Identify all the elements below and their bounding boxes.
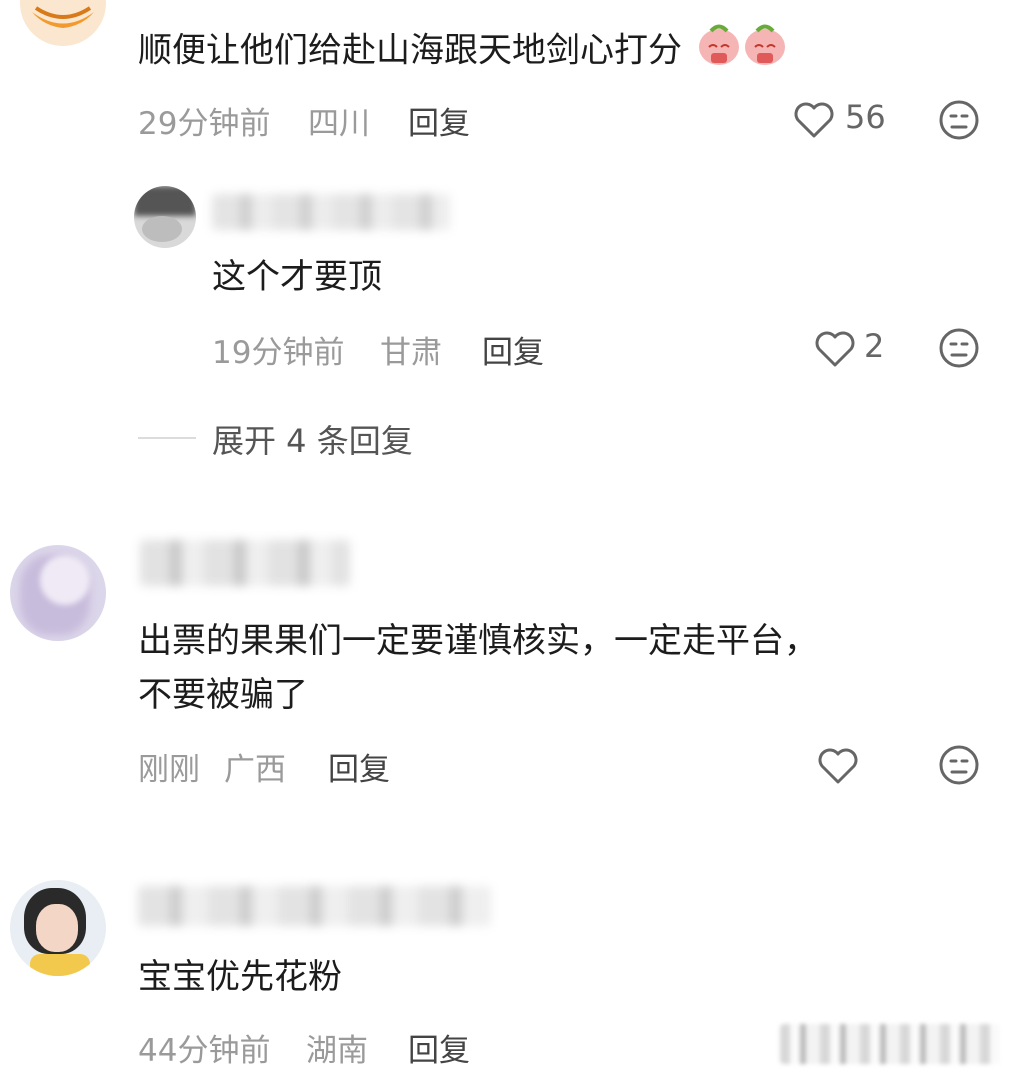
heart-outline-icon[interactable] bbox=[813, 329, 857, 369]
avatar-commenter-1[interactable] bbox=[20, 0, 106, 46]
reply-text: 这个才要顶 bbox=[212, 257, 382, 297]
meh-face-icon[interactable] bbox=[938, 744, 980, 786]
reply-button[interactable]: 回复 bbox=[408, 98, 470, 143]
comment-text-line-1: 出票的果果们一定要谨慎核实，一定走平台， bbox=[138, 621, 818, 661]
comment-location: 四川 bbox=[308, 106, 370, 142]
blurred-username bbox=[138, 886, 490, 926]
like-count: 2 bbox=[864, 327, 885, 365]
reply-button[interactable]: 回复 bbox=[328, 744, 390, 789]
comment-location: 广西 bbox=[224, 752, 286, 788]
reply-button[interactable]: 回复 bbox=[408, 1025, 470, 1070]
heart-outline-icon[interactable] bbox=[816, 746, 860, 786]
avatar-replier[interactable] bbox=[134, 186, 196, 248]
expand-replies-link[interactable]: 展开 4 条回复 bbox=[212, 416, 413, 462]
comment-time: 44分钟前 bbox=[138, 1033, 271, 1069]
reply-time: 19分钟前 bbox=[212, 335, 345, 371]
comment-time: 29分钟前 bbox=[138, 106, 271, 142]
blurred-username bbox=[140, 540, 350, 586]
watermark-overlay bbox=[780, 1024, 1000, 1064]
heart-outline-icon[interactable] bbox=[792, 100, 836, 140]
expand-divider bbox=[138, 437, 196, 439]
meh-face-icon[interactable] bbox=[938, 327, 980, 369]
pig-pray-emoji-icon bbox=[697, 20, 789, 84]
blurred-username bbox=[212, 194, 450, 230]
like-count: 56 bbox=[845, 98, 886, 136]
comment-text: 宝宝优先花粉 bbox=[138, 957, 342, 997]
comment-1-text: 顺便让他们给赴山海跟天地剑心打分 bbox=[138, 30, 682, 71]
comment-text: 顺便让他们给赴山海跟天地剑心打分 bbox=[138, 20, 789, 84]
comment-time: 刚刚 bbox=[138, 752, 200, 788]
comment-text-line-2: 不要被骗了 bbox=[138, 675, 308, 715]
meh-face-icon[interactable] bbox=[938, 99, 980, 141]
comment-location: 湖南 bbox=[306, 1033, 368, 1069]
reply-location: 甘肃 bbox=[380, 335, 442, 371]
croissant-icon bbox=[32, 6, 94, 28]
reply-button[interactable]: 回复 bbox=[482, 327, 544, 372]
avatar-commenter-3[interactable] bbox=[10, 545, 106, 641]
avatar-commenter-4[interactable] bbox=[10, 880, 106, 976]
